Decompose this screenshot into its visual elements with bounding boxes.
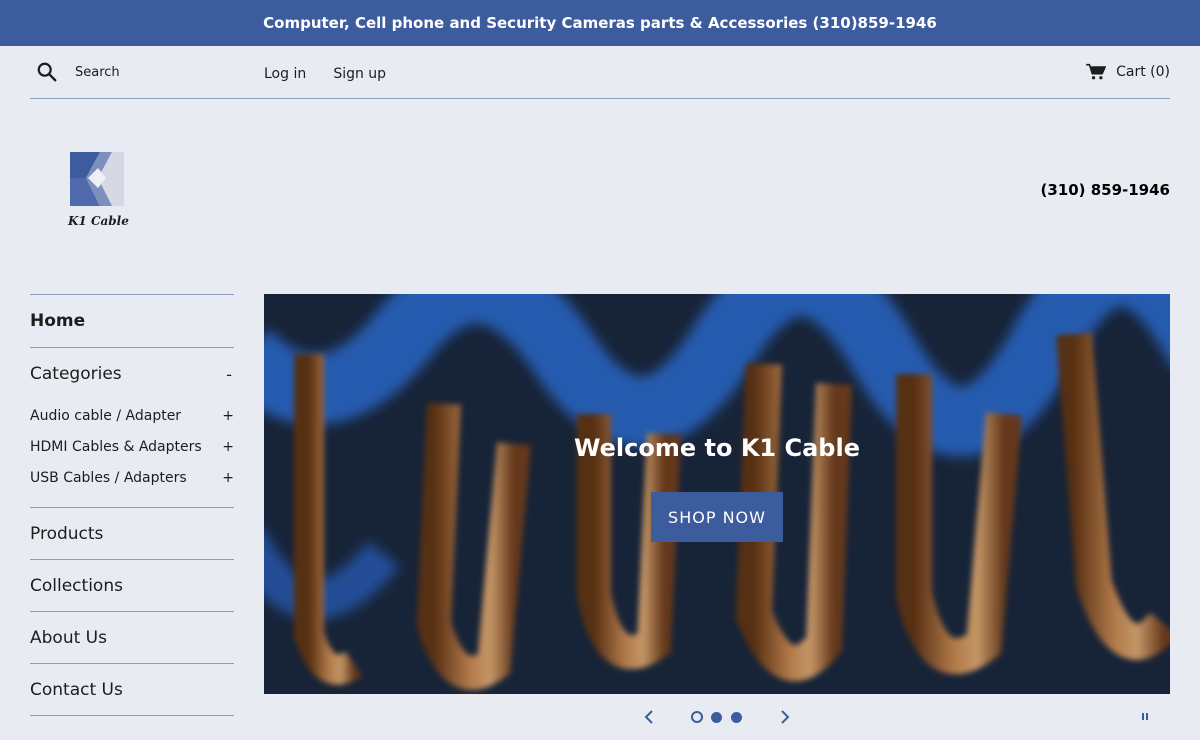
subcategory-usb[interactable]: USB Cables / Adapters + <box>30 462 234 493</box>
slide-dot-2[interactable] <box>711 712 722 723</box>
categories-toggle[interactable]: Categories - <box>30 348 234 400</box>
cart-icon <box>1086 63 1107 80</box>
slide-dot-3[interactable] <box>731 712 742 723</box>
announcement-text: Computer, Cell phone and Security Camera… <box>263 14 937 32</box>
categories-label: Categories <box>30 364 122 384</box>
sidebar-categories: Categories - Audio cable / Adapter + HDM… <box>30 348 234 508</box>
expand-icon[interactable]: + <box>222 408 234 424</box>
hero-slideshow: Welcome to K1 Cable SHOP NOW <box>264 294 1170 694</box>
sidebar-item-products[interactable]: Products <box>30 508 234 560</box>
top-bar: Log in Sign up Cart (0) <box>30 46 1170 99</box>
login-link[interactable]: Log in <box>264 66 306 82</box>
subcategory-label: HDMI Cables & Adapters <box>30 438 202 455</box>
subcategory-label: Audio cable / Adapter <box>30 407 182 424</box>
signup-link[interactable]: Sign up <box>333 66 386 82</box>
sidebar-item-about[interactable]: About Us <box>30 612 234 664</box>
cart-link[interactable]: Cart (0) <box>1086 63 1170 81</box>
subcategory-label: USB Cables / Adapters <box>30 469 187 486</box>
site-logo[interactable]: K1 Cable <box>68 150 129 230</box>
slider-controls <box>264 704 1170 730</box>
expand-icon[interactable]: + <box>222 470 234 486</box>
collapse-icon: - <box>226 364 232 384</box>
slide-dot-1[interactable] <box>691 711 703 723</box>
sidebar-item-home[interactable]: Home <box>30 295 234 348</box>
chevron-left-icon[interactable] <box>642 709 656 725</box>
sidebar-item-contact[interactable]: Contact Us <box>30 664 234 716</box>
logo-text: K1 Cable <box>68 214 129 228</box>
search-icon[interactable] <box>36 61 58 83</box>
hero-content: Welcome to K1 Cable SHOP NOW <box>264 294 1170 694</box>
announcement-bar: Computer, Cell phone and Security Camera… <box>0 0 1200 46</box>
subcategory-audio[interactable]: Audio cable / Adapter + <box>30 400 234 431</box>
cart-label: Cart (0) <box>1116 64 1170 80</box>
expand-icon[interactable]: + <box>222 439 234 455</box>
subcategory-hdmi[interactable]: HDMI Cables & Adapters + <box>30 431 234 462</box>
account-links: Log in Sign up <box>264 63 408 82</box>
search-form <box>30 61 264 83</box>
sidebar-nav: Home Categories - Audio cable / Adapter … <box>30 294 234 716</box>
shop-now-button[interactable]: SHOP NOW <box>651 492 783 542</box>
hero-title: Welcome to K1 Cable <box>574 434 860 462</box>
chevron-right-icon[interactable] <box>778 709 792 725</box>
search-input[interactable] <box>75 64 225 80</box>
header-phone: (310) 859-1946 <box>1040 181 1170 199</box>
sidebar-item-collections[interactable]: Collections <box>30 560 234 612</box>
pause-icon[interactable] <box>1140 711 1150 723</box>
logo-mark <box>70 152 124 206</box>
